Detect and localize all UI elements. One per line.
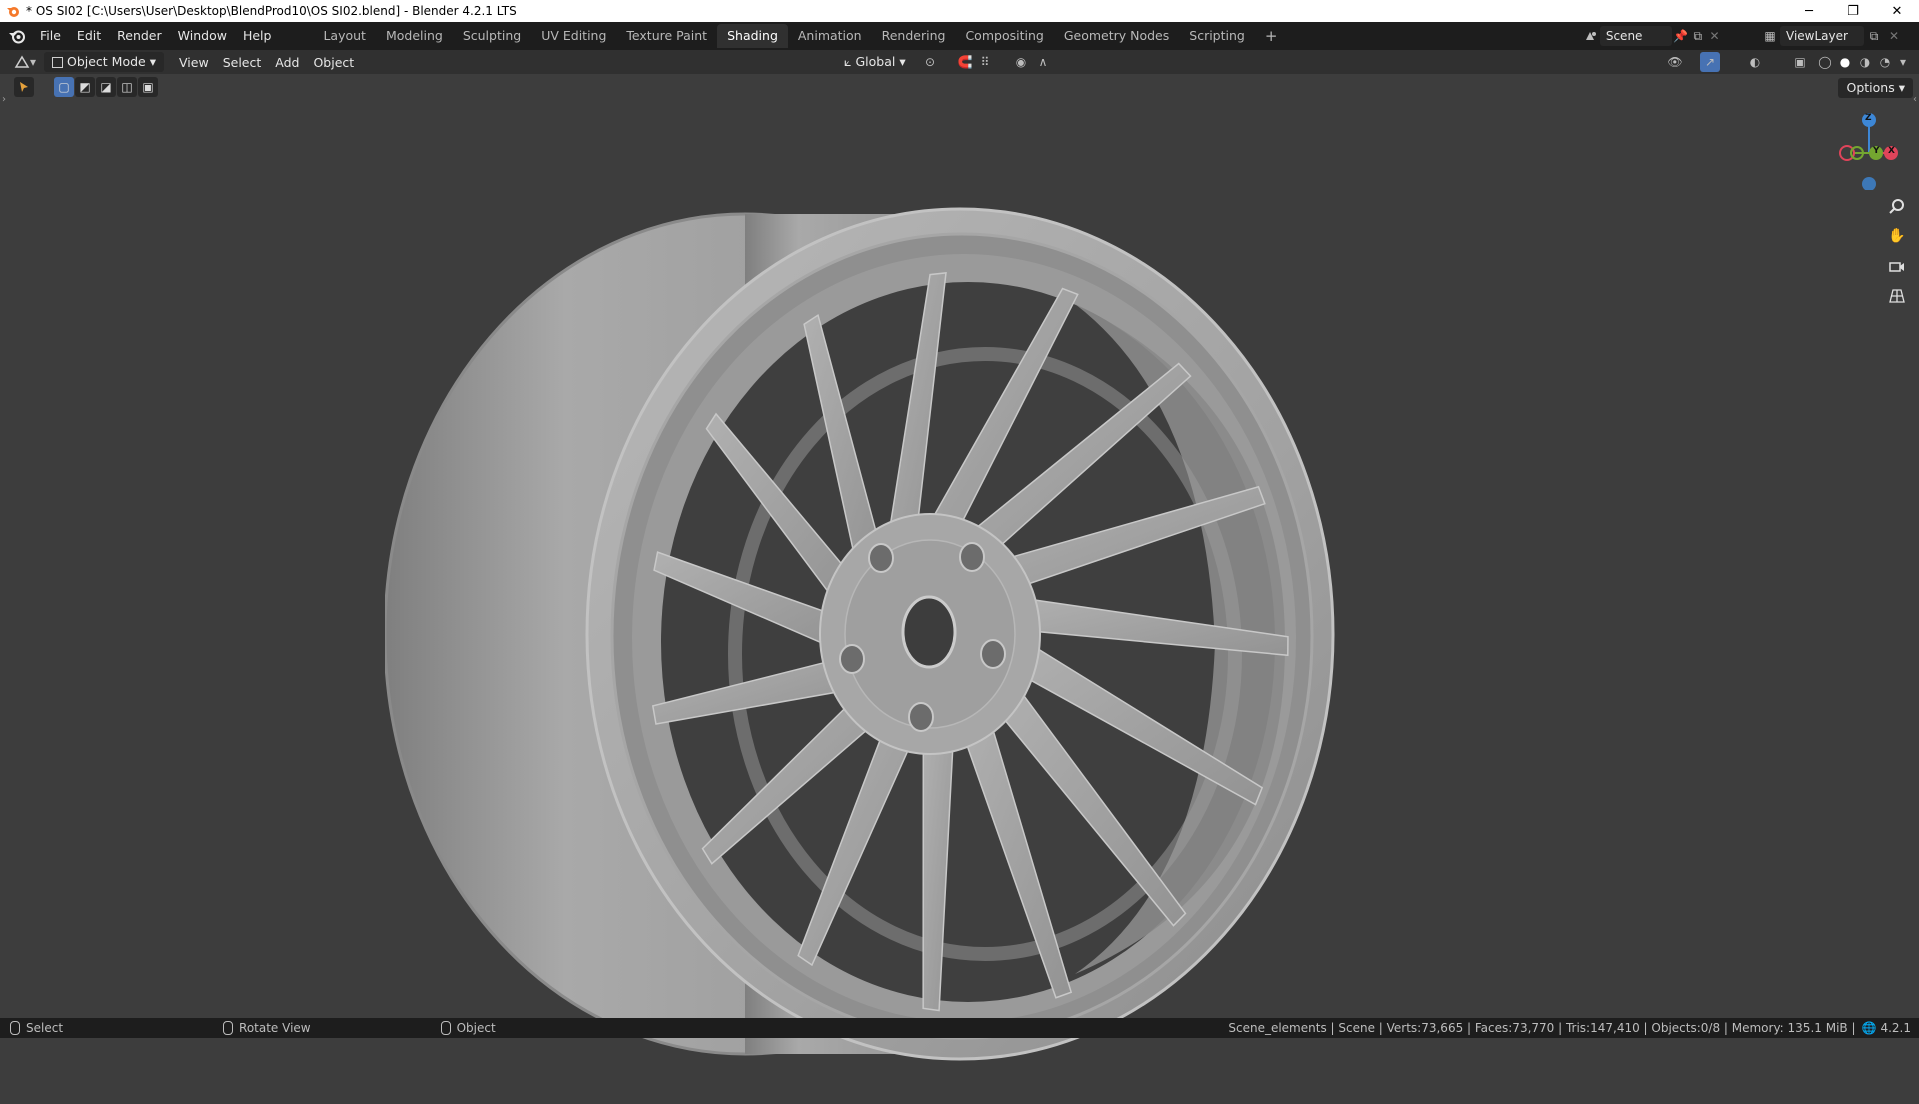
tab-sculpting[interactable]: Sculpting [453, 24, 531, 48]
viewlayer-icon[interactable]: ▦ [1760, 26, 1780, 46]
status-object: Object [440, 1021, 496, 1035]
menu-render[interactable]: Render [109, 24, 170, 48]
viewport-header: ▾ Object Mode ▾ View Select Add Object ⟀… [0, 50, 1919, 74]
mode-dropdown[interactable]: Object Mode ▾ [44, 52, 165, 72]
delete-scene-icon[interactable]: ✕ [1706, 26, 1723, 46]
tab-modeling[interactable]: Modeling [376, 24, 453, 48]
menu-edit[interactable]: Edit [69, 24, 109, 48]
delete-viewlayer-icon[interactable]: ✕ [1884, 26, 1904, 46]
solid-shading-icon[interactable]: ● [1835, 52, 1855, 72]
scene-icon[interactable] [1583, 26, 1600, 46]
restore-button[interactable]: ❐ [1831, 0, 1875, 22]
3d-viewport[interactable]: Z X Y ✋ › ‹ [0, 74, 1919, 1061]
material-shading-icon[interactable]: ◑ [1855, 52, 1875, 72]
chevron-down-icon: ▾ [899, 54, 906, 69]
scene-statistics: Scene_elements | Scene | Verts:73,665 | … [1228, 1018, 1911, 1038]
gizmo-toggle-icon[interactable]: ↗ [1700, 52, 1720, 72]
options-label: Options [1846, 80, 1895, 95]
blender-app-icon [7, 7, 19, 17]
options-dropdown[interactable]: Options ▾ [1838, 78, 1913, 98]
tab-scripting[interactable]: Scripting [1179, 24, 1255, 48]
zoom-icon[interactable] [1885, 194, 1909, 218]
tab-uv-editing[interactable]: UV Editing [531, 24, 616, 48]
viewport-menu-view[interactable]: View [172, 55, 216, 70]
blender-logo-icon[interactable] [8, 27, 26, 45]
wireframe-shading-icon[interactable]: ◯ [1815, 52, 1835, 72]
status-select-label: Select [26, 1021, 64, 1035]
status-object-label: Object [456, 1021, 496, 1035]
xray-icon[interactable]: ▣ [1790, 52, 1810, 72]
menu-window[interactable]: Window [170, 24, 235, 48]
visibility-icon[interactable]: 👁 [1665, 52, 1685, 72]
select-invert-icon[interactable]: ◫ [117, 77, 137, 97]
minimize-button[interactable]: ─ [1787, 0, 1831, 22]
select-new-icon[interactable]: ▢ [54, 77, 74, 97]
tab-animation[interactable]: Animation [788, 24, 872, 48]
version-label: 4.2.1 [1880, 1021, 1911, 1035]
window-titlebar: * OS SI02 [C:\Users\User\Desktop\BlendPr… [0, 0, 1919, 22]
select-intersect-icon[interactable]: ▣ [138, 77, 158, 97]
add-workspace-button[interactable]: + [1255, 24, 1288, 48]
viewport-menu-select[interactable]: Select [216, 55, 269, 70]
mouse-left-icon [10, 1021, 20, 1035]
globe-icon: 🌐 [1861, 1021, 1877, 1035]
tab-compositing[interactable]: Compositing [955, 24, 1053, 48]
tab-geometry-nodes[interactable]: Geometry Nodes [1054, 24, 1179, 48]
pin-icon[interactable]: 📌 [1672, 26, 1689, 46]
mode-label: Object Mode [67, 54, 146, 69]
viewport-menu-add[interactable]: Add [268, 55, 306, 70]
new-viewlayer-icon[interactable]: ⧉ [1864, 26, 1884, 46]
viewlayer-name-field[interactable]: ViewLayer [1780, 26, 1864, 46]
sidebar-expand-icon[interactable]: ‹ [1913, 94, 1917, 105]
editor-type-icon[interactable]: ▾ [10, 52, 40, 72]
chevron-down-icon: ▾ [149, 54, 157, 69]
new-scene-icon[interactable]: ⧉ [1689, 26, 1706, 46]
shading-options-icon[interactable]: ▾ [1893, 52, 1913, 72]
chevron-down-icon: ▾ [1898, 80, 1905, 95]
snap-target-icon[interactable]: ⠿ [975, 52, 995, 72]
overlays-icon[interactable]: ◐ [1745, 52, 1765, 72]
tool-row: ▢ ◩ ◪ ◫ ▣ [0, 76, 159, 98]
menu-help[interactable]: Help [235, 24, 280, 48]
status-rotate: Rotate View [223, 1021, 311, 1035]
tab-layout[interactable]: Layout [313, 24, 376, 48]
gizmo-y-label: Y [1873, 146, 1880, 156]
stats-text: Scene_elements | Scene | Verts:73,665 | … [1228, 1021, 1856, 1035]
orientation-label: Global [855, 54, 896, 69]
falloff-icon[interactable]: ∧ [1033, 52, 1053, 72]
viewlayer-selector: ▦ ViewLayer ⧉ ✕ [1760, 26, 1915, 46]
viewport-menu-object[interactable]: Object [306, 55, 361, 70]
wheel-mesh[interactable] [385, 184, 1345, 1104]
snap-toggle-icon[interactable]: 🧲 [955, 52, 975, 72]
tab-rendering[interactable]: Rendering [872, 24, 956, 48]
orientation-axes-icon: ⟀ [844, 54, 852, 69]
object-mode-icon [52, 56, 63, 68]
status-select: Select [10, 1021, 63, 1035]
transform-orientation-dropdown[interactable]: ⟀ Global ▾ [836, 52, 914, 72]
window-title: * OS SI02 [C:\Users\User\Desktop\BlendPr… [26, 4, 517, 18]
mouse-right-icon [440, 1021, 451, 1035]
tab-texture-paint[interactable]: Texture Paint [616, 24, 717, 48]
rendered-shading-icon[interactable]: ◔ [1875, 52, 1895, 72]
pivot-point-icon[interactable]: ⊙ [920, 52, 940, 72]
gizmo-z-label: Z [1865, 113, 1872, 123]
perspective-grid-icon[interactable] [1885, 284, 1909, 308]
close-button[interactable]: ✕ [1875, 0, 1919, 22]
mouse-middle-icon [223, 1021, 234, 1035]
select-subtract-icon[interactable]: ◪ [96, 77, 116, 97]
status-rotate-label: Rotate View [239, 1021, 311, 1035]
camera-view-icon[interactable] [1885, 254, 1909, 278]
menu-file[interactable]: File [32, 24, 69, 48]
select-tool-icon[interactable] [14, 77, 34, 97]
tab-shading[interactable]: Shading [717, 24, 788, 48]
pan-hand-icon[interactable]: ✋ [1885, 224, 1909, 248]
select-extend-icon[interactable]: ◩ [75, 77, 95, 97]
scene-name-field[interactable]: Scene [1599, 26, 1673, 46]
scene-selector: Scene 📌 ⧉ ✕ [1583, 26, 1723, 46]
status-bar: Select Rotate View Object Scene_elements… [0, 1018, 1919, 1038]
gizmo-x-label: X [1888, 146, 1895, 156]
proportional-editing-icon[interactable]: ◉ [1011, 52, 1031, 72]
